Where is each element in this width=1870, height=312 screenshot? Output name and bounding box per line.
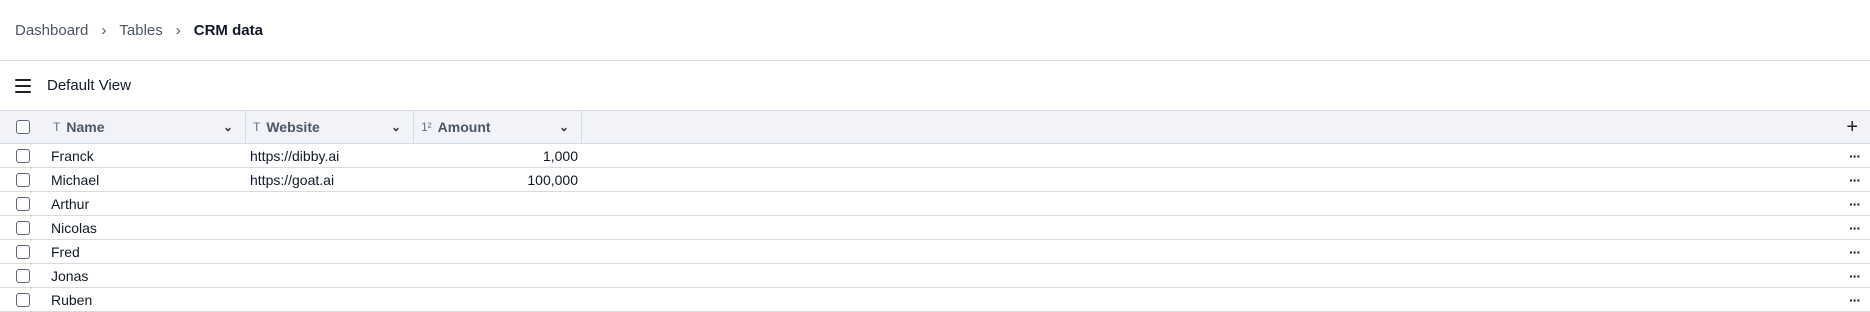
table-row[interactable]: Nicolas ···	[0, 216, 1870, 240]
row-select-cell	[0, 216, 45, 239]
table-row[interactable]: Ruben ···	[0, 288, 1870, 312]
chevron-down-icon[interactable]: ⌄	[559, 120, 569, 134]
cell-name[interactable]: Jonas	[45, 268, 246, 284]
column-label: Amount	[437, 119, 491, 135]
text-type-icon: T	[253, 120, 261, 134]
row-select-cell	[0, 192, 45, 215]
column-label: Website	[266, 119, 320, 135]
chevron-down-icon[interactable]: ⌄	[223, 120, 233, 134]
column-header-website[interactable]: T Website ⌄	[246, 111, 414, 143]
more-options-icon[interactable]: ···	[1849, 172, 1861, 188]
text-type-icon: T	[53, 120, 61, 134]
more-options-icon[interactable]: ···	[1849, 292, 1861, 308]
hamburger-menu-icon[interactable]	[15, 78, 31, 93]
row-checkbox[interactable]	[15, 292, 30, 307]
row-checkbox[interactable]	[15, 196, 30, 211]
select-all-cell	[0, 111, 45, 143]
number-type-icon: 1²	[421, 120, 432, 134]
more-options-icon[interactable]: ···	[1849, 148, 1861, 164]
select-all-checkbox[interactable]	[15, 120, 30, 134]
cell-amount[interactable]: 1,000	[414, 148, 582, 164]
more-options-icon[interactable]: ···	[1849, 244, 1861, 260]
table-body: Franck https://dibby.ai 1,000 ··· Michae…	[0, 144, 1870, 312]
cell-name[interactable]: Franck	[45, 148, 246, 164]
chevron-down-icon[interactable]: ⌄	[391, 120, 401, 134]
row-select-cell	[0, 288, 45, 311]
breadcrumb: Dashboard › Tables › CRM data	[0, 0, 1870, 61]
chevron-right-icon: ›	[175, 21, 181, 39]
column-header-amount[interactable]: 1² Amount ⌄	[414, 111, 582, 143]
row-select-cell	[0, 144, 45, 167]
view-title[interactable]: Default View	[47, 77, 131, 94]
row-select-cell	[0, 264, 45, 287]
table-row[interactable]: Jonas ···	[0, 264, 1870, 288]
row-checkbox[interactable]	[15, 244, 30, 259]
breadcrumb-dashboard[interactable]: Dashboard	[15, 22, 88, 39]
cell-amount[interactable]: 100,000	[414, 172, 582, 188]
row-checkbox[interactable]	[15, 172, 30, 187]
cell-website[interactable]: https://goat.ai	[246, 172, 414, 188]
more-options-icon[interactable]: ···	[1849, 268, 1861, 284]
table-row[interactable]: Franck https://dibby.ai 1,000 ···	[0, 144, 1870, 168]
more-options-icon[interactable]: ···	[1849, 196, 1861, 212]
add-column-icon[interactable]: +	[1846, 111, 1858, 143]
cell-website[interactable]: https://dibby.ai	[246, 148, 414, 164]
table-row[interactable]: Arthur ···	[0, 192, 1870, 216]
chevron-right-icon: ›	[101, 21, 107, 39]
view-bar: Default View	[0, 61, 1870, 111]
column-label: Name	[66, 119, 105, 135]
table-header: T Name ⌄ T Website ⌄ 1² Amount ⌄ +	[0, 111, 1870, 144]
breadcrumb-current: CRM data	[193, 21, 263, 39]
cell-name[interactable]: Arthur	[45, 196, 246, 212]
cell-name[interactable]: Michael	[45, 172, 246, 188]
row-select-cell	[0, 240, 45, 263]
table-row[interactable]: Michael https://goat.ai 100,000 ···	[0, 168, 1870, 192]
row-checkbox[interactable]	[15, 148, 30, 163]
row-select-cell	[0, 168, 45, 191]
cell-name[interactable]: Fred	[45, 244, 246, 260]
more-options-icon[interactable]: ···	[1849, 220, 1861, 236]
cell-name[interactable]: Ruben	[45, 292, 246, 308]
table-row[interactable]: Fred ···	[0, 240, 1870, 264]
row-checkbox[interactable]	[15, 268, 30, 283]
row-checkbox[interactable]	[15, 220, 30, 235]
cell-name[interactable]: Nicolas	[45, 220, 246, 236]
breadcrumb-tables[interactable]: Tables	[119, 22, 162, 39]
column-header-name[interactable]: T Name ⌄	[45, 111, 246, 143]
